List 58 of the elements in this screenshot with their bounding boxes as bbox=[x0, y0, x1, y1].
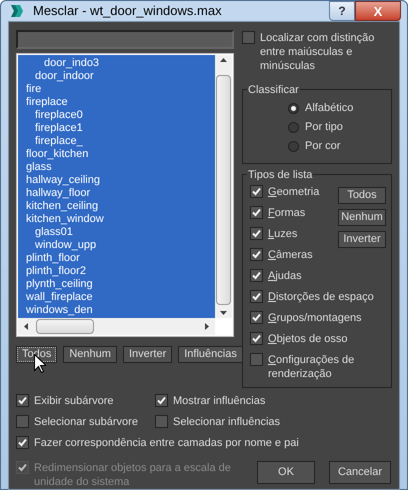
radio-button[interactable] bbox=[288, 140, 299, 152]
radio-label: Alfabético bbox=[305, 100, 354, 116]
checkbox-label: Distorções de espaço bbox=[268, 290, 374, 304]
horizontal-scrollbar[interactable] bbox=[18, 318, 215, 334]
radio-button[interactable] bbox=[288, 122, 299, 132]
list-button[interactable]: Inverter bbox=[122, 346, 172, 362]
checkbox-label: Configurações de renderização bbox=[268, 352, 356, 380]
radio-label: Por tipo bbox=[305, 120, 343, 135]
checkbox-label: Objetos de osso bbox=[268, 332, 348, 346]
scroll-thumb[interactable] bbox=[216, 74, 231, 304]
checkbox[interactable] bbox=[250, 352, 263, 366]
right-arrow-icon[interactable] bbox=[205, 322, 209, 330]
checkbox[interactable] bbox=[250, 268, 263, 282]
checkbox-label: Fazer correspondência entre camadas por nome e pai bbox=[34, 436, 299, 450]
checkbox-label: Geometria bbox=[268, 184, 320, 198]
checkbox-label: Ajudas bbox=[268, 268, 302, 282]
checkbox[interactable] bbox=[16, 414, 29, 428]
left-arrow-icon[interactable] bbox=[24, 322, 28, 330]
scroll-thumb[interactable] bbox=[36, 318, 94, 334]
dialog-button[interactable]: OK bbox=[257, 460, 315, 484]
search-field[interactable] bbox=[16, 30, 234, 48]
close-button[interactable]: X bbox=[355, 1, 401, 21]
checkbox-label: Grupos/montagens bbox=[268, 310, 362, 324]
up-arrow-icon[interactable] bbox=[220, 58, 227, 62]
down-arrow-icon[interactable] bbox=[220, 310, 227, 314]
dialog-button[interactable]: Cancelar bbox=[329, 460, 391, 484]
checkbox[interactable] bbox=[16, 394, 29, 406]
checkbox-label: Localizar com distinção entre maiúsculas e minúsculas bbox=[260, 30, 376, 72]
checkbox[interactable] bbox=[250, 290, 263, 302]
app-icon bbox=[9, 2, 25, 19]
type-button[interactable]: Nenhum bbox=[338, 208, 386, 226]
checkbox-label: Exibir subárvore bbox=[34, 394, 114, 408]
checkbox[interactable] bbox=[250, 226, 263, 240]
checkbox[interactable] bbox=[155, 394, 168, 406]
checkbox[interactable] bbox=[16, 436, 29, 448]
checkbox-label: Selecionar influências bbox=[173, 414, 280, 428]
checkbox[interactable] bbox=[250, 248, 263, 260]
radio-label: Por cor bbox=[305, 138, 340, 154]
checkbox[interactable] bbox=[250, 332, 263, 344]
checkbox-label: Formas bbox=[268, 206, 306, 220]
checkbox-label: Redimensionar objetos para a escala de unidade do sistema bbox=[34, 460, 232, 488]
window-title: Mesclar - wt_door_windows.max bbox=[33, 2, 222, 20]
list-button[interactable]: Influências bbox=[178, 346, 243, 362]
checkbox[interactable] bbox=[155, 414, 168, 428]
checkbox[interactable] bbox=[250, 184, 263, 198]
checkbox[interactable] bbox=[250, 206, 263, 218]
radio-button[interactable] bbox=[288, 102, 299, 114]
checkbox-label: Mostrar influências bbox=[173, 394, 266, 408]
checkbox-label: Câmeras bbox=[268, 248, 313, 262]
vertical-scrollbar[interactable] bbox=[215, 54, 232, 318]
checkbox[interactable] bbox=[242, 30, 255, 44]
type-button[interactable]: Inverter bbox=[338, 230, 386, 248]
type-button[interactable]: Todos bbox=[338, 186, 386, 204]
checkbox-label: Selecionar subárvore bbox=[34, 414, 138, 428]
help-button[interactable]: ? bbox=[329, 1, 355, 21]
checkbox[interactable] bbox=[250, 310, 263, 324]
checkbox-label: Luzes bbox=[268, 226, 298, 240]
list-button[interactable]: Nenhum bbox=[63, 346, 117, 362]
